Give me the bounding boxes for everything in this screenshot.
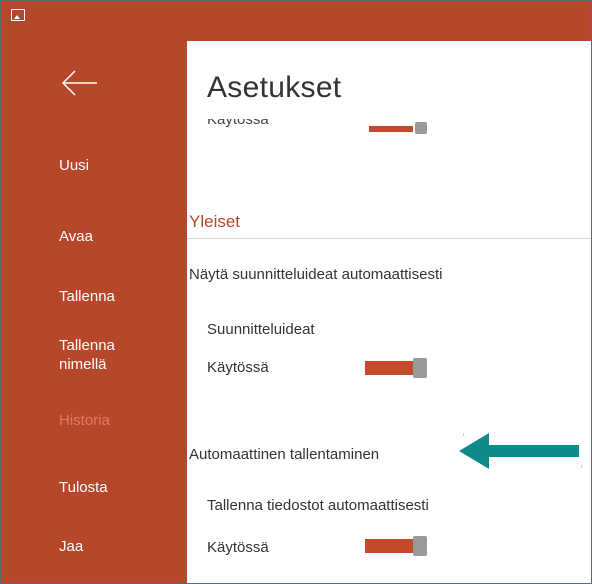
section-title-general: Yleiset — [189, 212, 241, 231]
app-window: Uusi Avaa Tallenna Tallenna nimellä Hist… — [0, 0, 592, 584]
page-title: Asetukset — [207, 71, 342, 104]
sidebar-item-uusi[interactable]: Uusi — [59, 156, 89, 176]
sidebar — [1, 41, 187, 583]
back-arrow-icon[interactable] — [61, 69, 99, 97]
section-divider — [187, 238, 591, 239]
autosave-toggle-label: Käytössä — [207, 539, 269, 556]
sidebar-item-avaa[interactable]: Avaa — [59, 227, 93, 247]
sidebar-item-historia[interactable]: Historia — [59, 411, 110, 431]
autosave-toggle[interactable] — [365, 536, 429, 556]
autosave-label: Tallenna tiedostot automaattisesti — [207, 497, 429, 514]
image-icon — [11, 9, 25, 21]
autosave-header: Automaattinen tallentaminen — [189, 446, 380, 463]
callout-arrow-icon — [457, 431, 581, 471]
sidebar-item-jaa[interactable]: Jaa — [59, 537, 83, 557]
selection-mark — [463, 433, 464, 436]
sidebar-item-tulosta[interactable]: Tulosta — [59, 478, 108, 498]
sidebar-item-tallenna[interactable]: Tallenna — [59, 287, 115, 307]
design-ideas-toggle[interactable] — [365, 358, 429, 378]
selection-mark — [581, 465, 582, 468]
design-ideas-header: Näytä suunnitteluideat automaattisesti — [189, 266, 443, 283]
design-ideas-toggle-label: Käytössä — [207, 359, 269, 376]
scrolled-toggle[interactable] — [365, 122, 429, 142]
scrolled-toggle-label: Käytössä — [207, 119, 269, 128]
design-ideas-label: Suunnitteluideat — [207, 321, 315, 338]
title-bar — [1, 1, 591, 41]
sidebar-item-tallenna-nimella[interactable]: Tallenna nimellä — [59, 336, 115, 374]
